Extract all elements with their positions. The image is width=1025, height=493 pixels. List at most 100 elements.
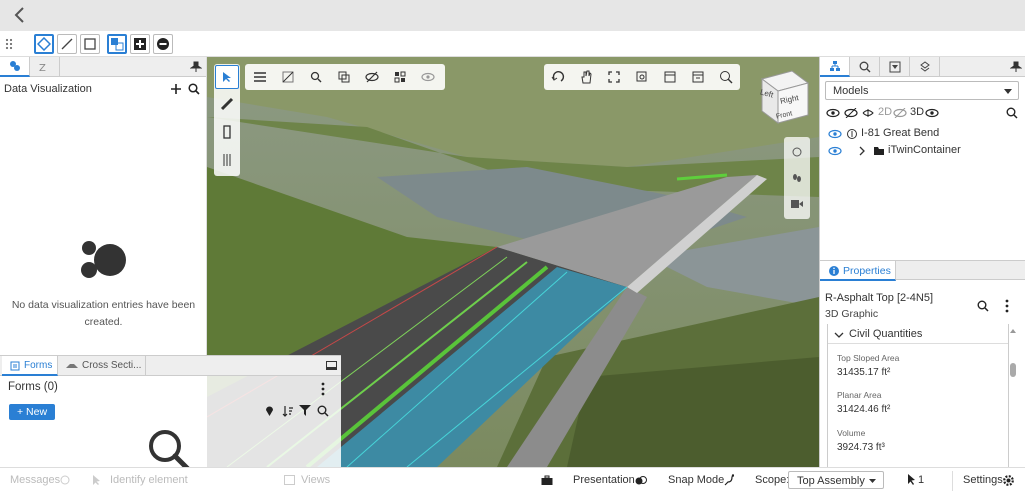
window-area-button[interactable]	[631, 66, 653, 88]
back-button[interactable]	[8, 4, 30, 26]
forms-tabbar: Forms Cross Secti...	[0, 356, 341, 376]
more-options-icon[interactable]	[1005, 299, 1009, 313]
box-select-button[interactable]	[80, 34, 100, 54]
video-camera-icon	[791, 200, 803, 208]
add-button[interactable]	[168, 81, 184, 97]
zoom-element-button[interactable]	[305, 66, 327, 88]
view-redo-button[interactable]	[687, 66, 709, 88]
rotate-icon	[551, 71, 565, 82]
new-form-button[interactable]: + New	[9, 404, 55, 420]
messages-item[interactable]: Messages	[10, 474, 60, 486]
eye-slash-icon[interactable]	[844, 108, 858, 118]
property-label: Planar Area	[837, 390, 882, 400]
minimize-panel-button[interactable]	[326, 361, 337, 370]
tab-translate[interactable]: Z	[30, 57, 60, 77]
drag-handle-icon[interactable]	[5, 38, 13, 50]
search-icon[interactable]	[317, 405, 329, 417]
select-mode-button[interactable]	[107, 34, 127, 54]
toggle-2d[interactable]: 2D	[878, 106, 892, 118]
tab-forms[interactable]: Forms	[2, 356, 58, 376]
messages-icon	[60, 475, 70, 485]
section-tool-button[interactable]	[215, 121, 239, 143]
tab-search[interactable]	[850, 57, 880, 77]
search-view-button[interactable]	[715, 66, 737, 88]
right-pin-button[interactable]	[1008, 59, 1024, 75]
fit-view-icon	[608, 71, 620, 83]
eye-icon[interactable]	[826, 108, 840, 118]
tab-model-tree[interactable]	[820, 57, 850, 77]
half-eye-icon[interactable]	[862, 108, 874, 118]
select-tool-button[interactable]	[215, 65, 239, 89]
camera-settings-button[interactable]	[786, 141, 808, 163]
tab-cross-sections[interactable]: Cross Secti...	[58, 356, 146, 376]
hide-button[interactable]	[361, 66, 383, 88]
models-dropdown[interactable]: Models	[825, 81, 1019, 100]
view-undo-button[interactable]	[659, 66, 681, 88]
search-icon[interactable]	[1006, 107, 1018, 119]
left-panel-tabs: Z	[0, 57, 206, 77]
toggle-3d[interactable]: 3D	[910, 106, 924, 118]
section-header-civil-quantities[interactable]: Civil Quantities	[828, 326, 1008, 344]
snap-mode-label[interactable]: Snap Mode	[668, 474, 724, 486]
visibility-eye-icon[interactable]	[828, 129, 842, 139]
scroll-up-arrow[interactable]	[1010, 327, 1016, 333]
minus-circle-icon	[157, 38, 169, 50]
briefcase-icon[interactable]	[541, 475, 553, 486]
walk-button[interactable]	[786, 167, 808, 189]
caret-down-icon	[869, 479, 876, 483]
chevron-right-icon[interactable]	[858, 146, 866, 156]
identify-element[interactable]: Identify element	[110, 474, 188, 486]
camera-tool-column	[784, 137, 810, 219]
navigation-toolbar	[544, 64, 740, 90]
section-icon	[223, 125, 231, 139]
pin-button[interactable]	[188, 59, 204, 75]
search-button[interactable]	[186, 81, 202, 97]
pan-button[interactable]	[575, 66, 597, 88]
tree-node-child[interactable]: iTwinContainer	[828, 144, 1018, 160]
more-options-icon[interactable]	[321, 382, 325, 396]
line-select-button[interactable]	[57, 34, 77, 54]
view-cube[interactable]: Left Right Front	[752, 67, 812, 127]
search-icon[interactable]	[977, 300, 989, 312]
empty-message-line2: created.	[84, 316, 123, 328]
tab-data-visualization[interactable]	[0, 57, 30, 77]
clear-tool-button[interactable]	[277, 66, 299, 88]
camera-button[interactable]	[786, 193, 808, 215]
eye-3d-icon[interactable]	[925, 108, 939, 118]
emphasize-button[interactable]	[389, 66, 411, 88]
bubbles-icon	[9, 61, 20, 71]
add-to-selection-button[interactable]	[130, 34, 150, 54]
remove-from-selection-button[interactable]	[153, 34, 173, 54]
selection-count[interactable]: 1	[918, 474, 924, 486]
tab-properties-label: Properties	[843, 265, 891, 277]
tab-filter[interactable]	[880, 57, 910, 77]
scope-select[interactable]: Top Assembly	[788, 471, 884, 489]
location-pin-icon[interactable]	[265, 405, 274, 417]
visibility-eye-icon[interactable]	[828, 146, 842, 156]
tree-node-root[interactable]: I-81 Great Bend	[828, 127, 1018, 143]
settings-label[interactable]: Settings	[963, 474, 1003, 486]
measure-tool-button[interactable]	[215, 93, 239, 115]
rotate-button[interactable]	[547, 66, 569, 88]
eye-icon	[421, 72, 435, 82]
svg-text:Z: Z	[39, 63, 46, 73]
filter-icon[interactable]	[299, 405, 311, 416]
show-all-button[interactable]	[417, 66, 439, 88]
hand-icon	[581, 70, 592, 84]
properties-scrollbar[interactable]	[1010, 327, 1016, 467]
presentation-label[interactable]: Presentation	[573, 474, 635, 486]
property-value: 3924.73 ft³	[837, 442, 885, 453]
sort-icon[interactable]	[282, 406, 294, 417]
eye-slash-2d-icon[interactable]	[893, 108, 907, 118]
tab-properties[interactable]: Properties	[820, 261, 896, 281]
vertex-select-button[interactable]	[34, 34, 54, 54]
grid-tool-button[interactable]	[215, 149, 239, 171]
scroll-thumb[interactable]	[1010, 363, 1016, 377]
footprints-icon	[793, 174, 801, 182]
views-item[interactable]: Views	[301, 474, 330, 486]
gear-icon[interactable]	[1002, 474, 1015, 487]
fit-view-button[interactable]	[603, 66, 625, 88]
list-tool-button[interactable]	[249, 66, 271, 88]
isolate-button[interactable]	[333, 66, 355, 88]
tab-layers[interactable]	[910, 57, 940, 77]
